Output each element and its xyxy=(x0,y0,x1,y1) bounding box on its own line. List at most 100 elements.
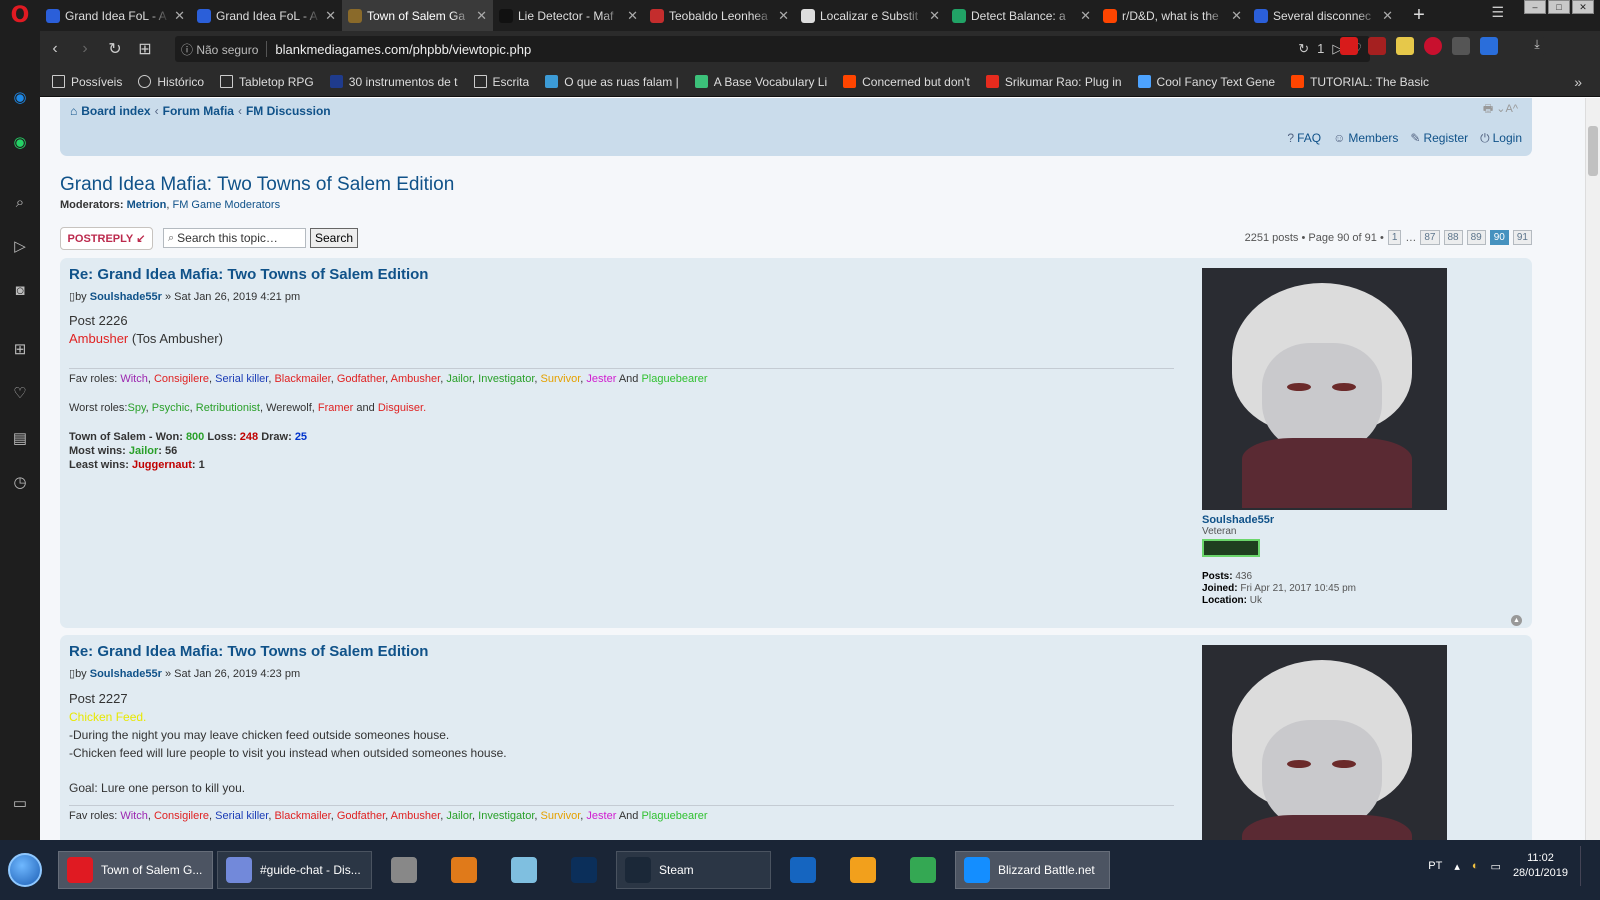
tab-grid-icon[interactable]: ⊞ xyxy=(130,39,160,59)
page-link[interactable]: 88 xyxy=(1443,230,1463,245)
bookmark-item[interactable]: 30 instrumentos de t xyxy=(329,75,458,89)
tab-close-icon[interactable]: ✕ xyxy=(1231,8,1242,24)
author-link[interactable]: Soulshade55r xyxy=(90,291,162,303)
snapshot-camera-icon[interactable]: ◙ xyxy=(10,280,30,300)
close-window-button[interactable]: ✕ xyxy=(1572,0,1594,14)
faq-link[interactable]: ? FAQ xyxy=(1287,131,1321,146)
browser-tab[interactable]: Several disconnec ✕ xyxy=(1248,0,1399,31)
bookmark-item[interactable]: TUTORIAL: The Basic xyxy=(1291,75,1429,89)
download-icon[interactable]: ⤓ xyxy=(1528,37,1546,55)
browser-tab[interactable]: r/D&D, what is the ✕ xyxy=(1097,0,1248,31)
page-link[interactable]: 89 xyxy=(1466,230,1486,245)
address-field[interactable]: ⓘ Não seguro blankmediagames.com/phpbb/v… xyxy=(175,36,1370,62)
tab-close-icon[interactable]: ✕ xyxy=(476,8,487,24)
back-to-top-icon[interactable]: ▲ xyxy=(1511,615,1522,626)
extension-yellow-icon[interactable] xyxy=(1396,37,1414,55)
start-button[interactable] xyxy=(0,848,50,892)
bookmark-item[interactable]: Cool Fancy Text Gene xyxy=(1137,75,1275,89)
taskbar-item[interactable] xyxy=(775,851,831,889)
reload-button[interactable]: ↻ xyxy=(100,39,130,59)
tab-close-icon[interactable]: ✕ xyxy=(778,8,789,24)
taskbar-item[interactable] xyxy=(496,851,552,889)
browser-tab[interactable]: Grand Idea FoL - A ✕ xyxy=(40,0,191,31)
whatsapp-icon[interactable]: ◉ xyxy=(10,132,30,152)
login-link[interactable]: ⏻ Login xyxy=(1480,131,1522,146)
browser-tab[interactable]: Grand Idea FoL - A ✕ xyxy=(191,0,342,31)
bookmark-item[interactable]: Escrita xyxy=(473,75,529,89)
bookmark-item[interactable]: Srikumar Rao: Plug in xyxy=(985,75,1122,89)
sidebar-toggle-icon[interactable]: ▭ xyxy=(10,793,30,813)
author-link[interactable]: Soulshade55r xyxy=(90,668,162,680)
tray-expand-icon[interactable]: ▴ xyxy=(1454,860,1460,873)
taskbar-item[interactable]: Blizzard Battle.net xyxy=(955,851,1110,889)
topic-title[interactable]: Grand Idea Mafia: Two Towns of Salem Edi… xyxy=(60,174,454,196)
search-icon[interactable]: ⌕ xyxy=(10,192,30,212)
taskbar-item[interactable]: #guide-chat - Dis... xyxy=(217,851,372,889)
bookmark-item[interactable]: O que as ruas falam | xyxy=(545,75,679,89)
post-title[interactable]: Re: Grand Idea Mafia: Two Towns of Salem… xyxy=(69,643,428,660)
bookmark-item[interactable]: Histórico xyxy=(138,75,204,89)
taskbar-item[interactable] xyxy=(895,851,951,889)
refresh-icon[interactable]: ↻ xyxy=(1298,41,1309,57)
tab-menu-icon[interactable]: ☰ xyxy=(1491,4,1504,21)
tab-close-icon[interactable]: ✕ xyxy=(929,8,940,24)
opera-menu-icon[interactable]: O xyxy=(0,0,40,31)
show-desktop-button[interactable] xyxy=(1580,846,1590,886)
maximize-button[interactable]: □ xyxy=(1548,0,1570,14)
bookmarks-heart-icon[interactable]: ♡ xyxy=(10,383,30,403)
bookmarks-more-icon[interactable]: » xyxy=(1574,74,1582,90)
moderator-link-fm-game-moderators[interactable]: FM Game Moderators xyxy=(172,199,280,211)
extension-grey-icon[interactable] xyxy=(1452,37,1470,55)
page-link[interactable]: 87 xyxy=(1420,230,1440,245)
tab-close-icon[interactable]: ✕ xyxy=(627,8,638,24)
tab-close-icon[interactable]: ✕ xyxy=(325,8,336,24)
history-clock-icon[interactable]: ◷ xyxy=(10,472,30,492)
browser-tab[interactable]: Teobaldo Leonhea ✕ xyxy=(644,0,795,31)
print-and-font-tools[interactable]: 🖶 ⌄A^ xyxy=(1483,100,1518,119)
register-link[interactable]: ✎ Register xyxy=(1410,131,1468,146)
bookmark-item[interactable]: A Base Vocabulary Li xyxy=(694,75,827,89)
taskbar-item[interactable]: Town of Salem G... xyxy=(58,851,213,889)
taskbar-item[interactable] xyxy=(436,851,492,889)
post-reply-button[interactable]: POSTREPLY ↙ xyxy=(60,227,153,250)
news-icon[interactable]: ▤ xyxy=(10,428,30,448)
posts-count[interactable]: 436 xyxy=(1235,571,1252,582)
new-tab-button[interactable]: + xyxy=(1407,4,1431,27)
speed-dial-icon[interactable]: ⊞ xyxy=(10,339,30,359)
breadcrumb-fm-discussion[interactable]: FM Discussion xyxy=(246,104,331,118)
weather-tray-icon[interactable]: ◐ xyxy=(1472,860,1479,872)
flow-send-icon[interactable]: ▷ xyxy=(10,236,30,256)
adblock-plus-icon[interactable] xyxy=(1424,37,1442,55)
browser-tab[interactable]: Detect Balance: a ✕ xyxy=(946,0,1097,31)
page-scrollbar[interactable] xyxy=(1585,98,1600,840)
breadcrumb-forum-mafia[interactable]: Forum Mafia xyxy=(163,104,234,118)
language-indicator[interactable]: PT xyxy=(1428,860,1442,872)
extension-s-icon[interactable] xyxy=(1340,37,1358,55)
post-title[interactable]: Re: Grand Idea Mafia: Two Towns of Salem… xyxy=(69,266,428,283)
page-link[interactable]: 91 xyxy=(1512,230,1532,245)
topic-search-input[interactable]: ⌕ Search this topic… xyxy=(163,228,306,248)
browser-tab[interactable]: Localizar e Substit ✕ xyxy=(795,0,946,31)
bookmark-item[interactable]: Concerned but don't xyxy=(843,75,970,89)
browser-tab[interactable]: Lie Detector - Maf ✕ xyxy=(493,0,644,31)
translate-icon[interactable] xyxy=(1480,37,1498,55)
search-button[interactable]: Search xyxy=(310,228,358,248)
extension-red-icon[interactable] xyxy=(1368,37,1386,55)
minimize-button[interactable]: – xyxy=(1524,0,1546,14)
taskbar-item[interactable] xyxy=(376,851,432,889)
bookmark-item[interactable]: Tabletop RPG xyxy=(220,75,314,89)
taskbar-item[interactable]: Steam xyxy=(616,851,771,889)
bookmark-item[interactable]: Possíveis xyxy=(52,75,122,89)
page-link[interactable]: 1 xyxy=(1387,230,1402,245)
scrollbar-thumb[interactable] xyxy=(1588,126,1598,176)
members-link[interactable]: ☺ Members xyxy=(1333,131,1398,146)
not-secure-indicator[interactable]: ⓘ Não seguro xyxy=(181,41,258,58)
browser-tab[interactable]: Town of Salem Ga ✕ xyxy=(342,0,493,31)
clock[interactable]: 11:02 28/01/2019 xyxy=(1513,851,1568,881)
taskbar-item[interactable] xyxy=(556,851,612,889)
tab-close-icon[interactable]: ✕ xyxy=(174,8,185,24)
tab-close-icon[interactable]: ✕ xyxy=(1382,8,1393,24)
tab-close-icon[interactable]: ✕ xyxy=(1080,8,1091,24)
url-text[interactable]: blankmediagames.com/phpbb/viewtopic.php xyxy=(275,42,531,57)
taskbar-item[interactable] xyxy=(835,851,891,889)
